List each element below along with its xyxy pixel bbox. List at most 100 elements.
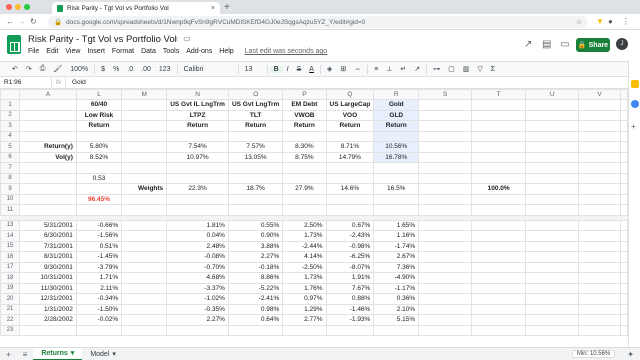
cell[interactable]	[578, 130, 621, 142]
redo-icon[interactable]: ↷	[22, 65, 36, 73]
cell[interactable]	[471, 282, 527, 294]
cell[interactable]	[525, 272, 580, 284]
cell[interactable]	[75, 183, 123, 195]
row-header[interactable]: 8	[0, 172, 21, 184]
cell[interactable]: VOO	[325, 109, 375, 121]
cell[interactable]	[418, 314, 473, 326]
cell[interactable]: 14.6%	[325, 183, 375, 195]
cell[interactable]	[471, 272, 527, 284]
maximize-window-icon[interactable]	[24, 4, 30, 10]
cell[interactable]	[471, 314, 527, 326]
cell[interactable]: EM Debt	[282, 99, 327, 111]
increase-decimal-button[interactable]: .00	[137, 66, 155, 73]
cell[interactable]: -1.50%	[75, 303, 123, 315]
cell[interactable]: Low Risk	[75, 109, 123, 121]
cell[interactable]	[620, 99, 628, 111]
menu-addons[interactable]: Add-ons	[186, 48, 212, 55]
row-header[interactable]: 17	[0, 261, 21, 273]
cell[interactable]	[471, 261, 527, 273]
column-header[interactable]	[620, 89, 628, 100]
cell[interactable]	[227, 172, 284, 184]
column-header[interactable]: M	[121, 89, 168, 100]
cell[interactable]: 10.97%	[166, 151, 229, 163]
cell[interactable]: 5.15%	[373, 314, 420, 326]
cell[interactable]: 8.30%	[282, 141, 327, 153]
cell[interactable]: Return(y)	[19, 141, 77, 153]
cell[interactable]: -2.44%	[282, 240, 327, 252]
cell[interactable]	[166, 172, 229, 184]
cell[interactable]: 4.14%	[282, 251, 327, 263]
cell[interactable]: 3.88%	[227, 240, 284, 252]
column-header[interactable]: O	[227, 89, 284, 100]
chevron-down-icon[interactable]: ▾	[112, 350, 116, 358]
cell[interactable]: -1.17%	[373, 282, 420, 294]
cell[interactable]	[418, 109, 473, 121]
sheets-logo-icon[interactable]	[7, 35, 21, 54]
cell[interactable]	[471, 240, 527, 252]
cell[interactable]	[471, 293, 527, 305]
cell[interactable]	[578, 162, 621, 174]
text-rotation-icon[interactable]: ↗	[410, 65, 424, 73]
minimize-window-icon[interactable]	[15, 4, 21, 10]
column-header[interactable]: V	[578, 89, 621, 100]
cell[interactable]: 0.90%	[227, 230, 284, 242]
cell[interactable]	[525, 251, 580, 263]
add-on-plus-icon[interactable]: +	[631, 122, 639, 131]
cell[interactable]	[525, 109, 580, 121]
cell[interactable]	[578, 151, 621, 163]
cell[interactable]	[75, 324, 123, 336]
zoom-select[interactable]: 100%	[66, 66, 92, 73]
cell[interactable]: Return	[373, 120, 420, 132]
cell[interactable]	[525, 99, 580, 111]
cell[interactable]	[227, 193, 284, 205]
cell[interactable]: 0.97%	[282, 293, 327, 305]
column-header[interactable]: T	[471, 89, 527, 100]
cell[interactable]	[471, 324, 527, 336]
cell[interactable]: 12/31/2001	[19, 293, 77, 305]
cell[interactable]	[471, 151, 527, 163]
cell[interactable]	[578, 183, 621, 195]
cell[interactable]: 2.50%	[282, 219, 327, 231]
cell[interactable]	[282, 204, 327, 216]
fill-color-icon[interactable]: ◈	[323, 65, 336, 73]
cell[interactable]: TLT	[227, 109, 284, 121]
cell[interactable]	[121, 219, 168, 231]
cell[interactable]: 8/31/2001	[19, 251, 77, 263]
row-header[interactable]: 20	[0, 293, 21, 305]
cell[interactable]: -0.70%	[166, 261, 229, 273]
explore-icon[interactable]: ✦	[621, 350, 640, 359]
cell[interactable]	[578, 120, 621, 132]
close-tab-icon[interactable]: ×	[211, 5, 215, 12]
menu-insert[interactable]: Insert	[87, 48, 105, 55]
column-header[interactable]: S	[418, 89, 473, 100]
cell[interactable]: -2.41%	[227, 293, 284, 305]
cell[interactable]	[418, 193, 473, 205]
cell[interactable]: US Gvt IL LngTrm	[166, 99, 229, 111]
currency-format-button[interactable]: $	[97, 66, 109, 73]
close-window-icon[interactable]	[6, 4, 12, 10]
new-tab-button[interactable]: +	[224, 2, 230, 13]
cell[interactable]	[525, 172, 580, 184]
cell[interactable]	[578, 109, 621, 121]
cell[interactable]: 13.05%	[227, 151, 284, 163]
row-header[interactable]: 3	[0, 120, 21, 132]
bookmark-star-icon[interactable]: ☆	[576, 18, 582, 26]
cell[interactable]	[418, 151, 473, 163]
cell[interactable]: 0.51%	[75, 240, 123, 252]
cell[interactable]	[121, 162, 168, 174]
row-header[interactable]: 9	[0, 183, 21, 195]
cell[interactable]	[578, 261, 621, 273]
cell[interactable]	[325, 193, 375, 205]
cell[interactable]	[578, 293, 621, 305]
cell[interactable]	[325, 162, 375, 174]
cell[interactable]: -0.02%	[75, 314, 123, 326]
cell[interactable]	[121, 193, 168, 205]
cell[interactable]: 7.67%	[325, 282, 375, 294]
cell[interactable]	[19, 193, 77, 205]
row-header[interactable]: 1	[0, 99, 21, 111]
profile-icon[interactable]: ●	[608, 17, 613, 26]
cell[interactable]: -0.08%	[166, 251, 229, 263]
row-header[interactable]: 4	[0, 130, 21, 142]
cell[interactable]	[471, 251, 527, 263]
browser-tab[interactable]: Risk Parity - Tgt Vol vs Portfolio Vol ×	[52, 2, 220, 14]
